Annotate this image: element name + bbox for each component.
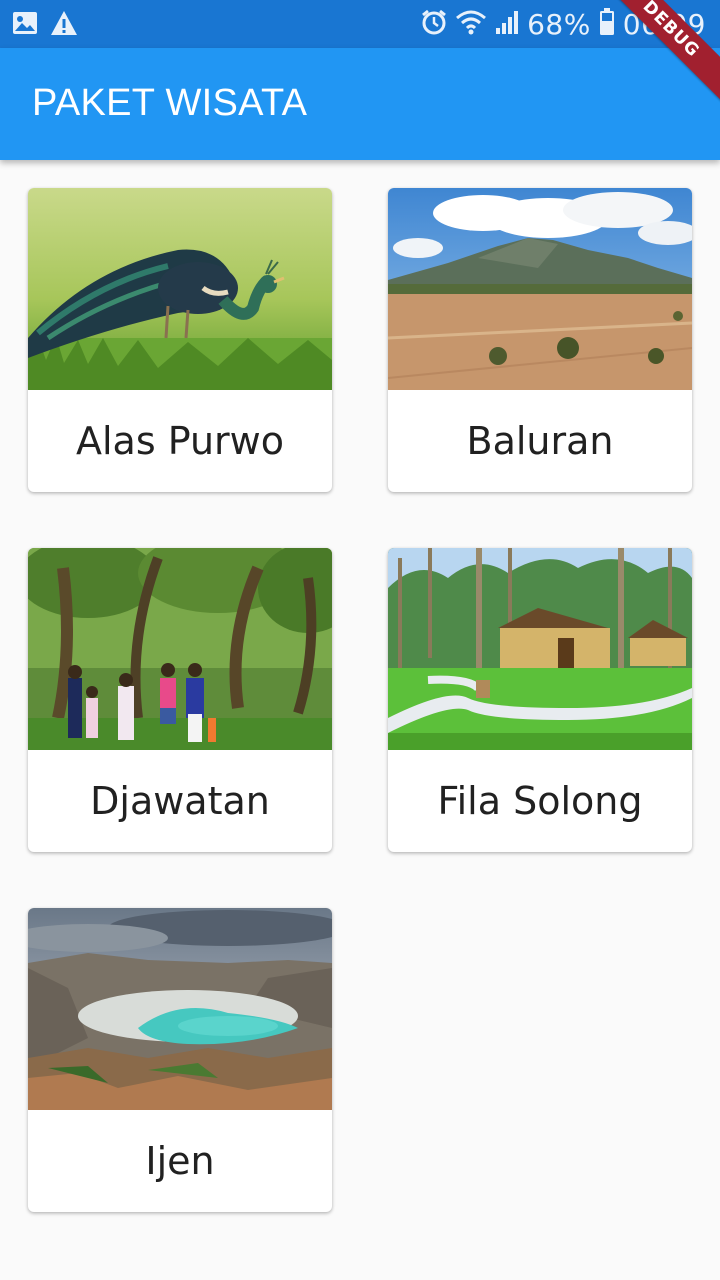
page-title: PAKET WISATA	[32, 82, 308, 124]
package-name: Alas Purwo	[76, 419, 284, 463]
package-name: Baluran	[466, 419, 614, 463]
package-card-ijen[interactable]: Ijen	[28, 908, 332, 1212]
battery-percent: 68%	[527, 7, 591, 41]
package-name: Djawatan	[90, 779, 270, 823]
resort-palm-photo	[388, 548, 692, 750]
package-card-fila-solong[interactable]: Fila Solong	[388, 548, 692, 852]
battery-icon	[599, 7, 615, 41]
status-bar: 68% 06:09	[0, 0, 720, 48]
package-name: Ijen	[145, 1139, 215, 1183]
signal-icon	[495, 9, 519, 40]
forest-group-photo	[28, 548, 332, 750]
savanna-mountain-photo	[388, 188, 692, 390]
warning-icon	[50, 10, 78, 41]
app-bar: PAKET WISATA	[0, 48, 720, 160]
package-card-djawatan[interactable]: Djawatan	[28, 548, 332, 852]
package-card-alas-purwo[interactable]: Alas Purwo	[28, 188, 332, 492]
package-card-baluran[interactable]: Baluran	[388, 188, 692, 492]
package-name: Fila Solong	[437, 779, 643, 823]
image-icon	[12, 10, 38, 41]
crater-lake-photo	[28, 908, 332, 1110]
wifi-icon	[455, 9, 487, 40]
peacock-photo	[28, 188, 332, 390]
alarm-icon	[421, 9, 447, 40]
